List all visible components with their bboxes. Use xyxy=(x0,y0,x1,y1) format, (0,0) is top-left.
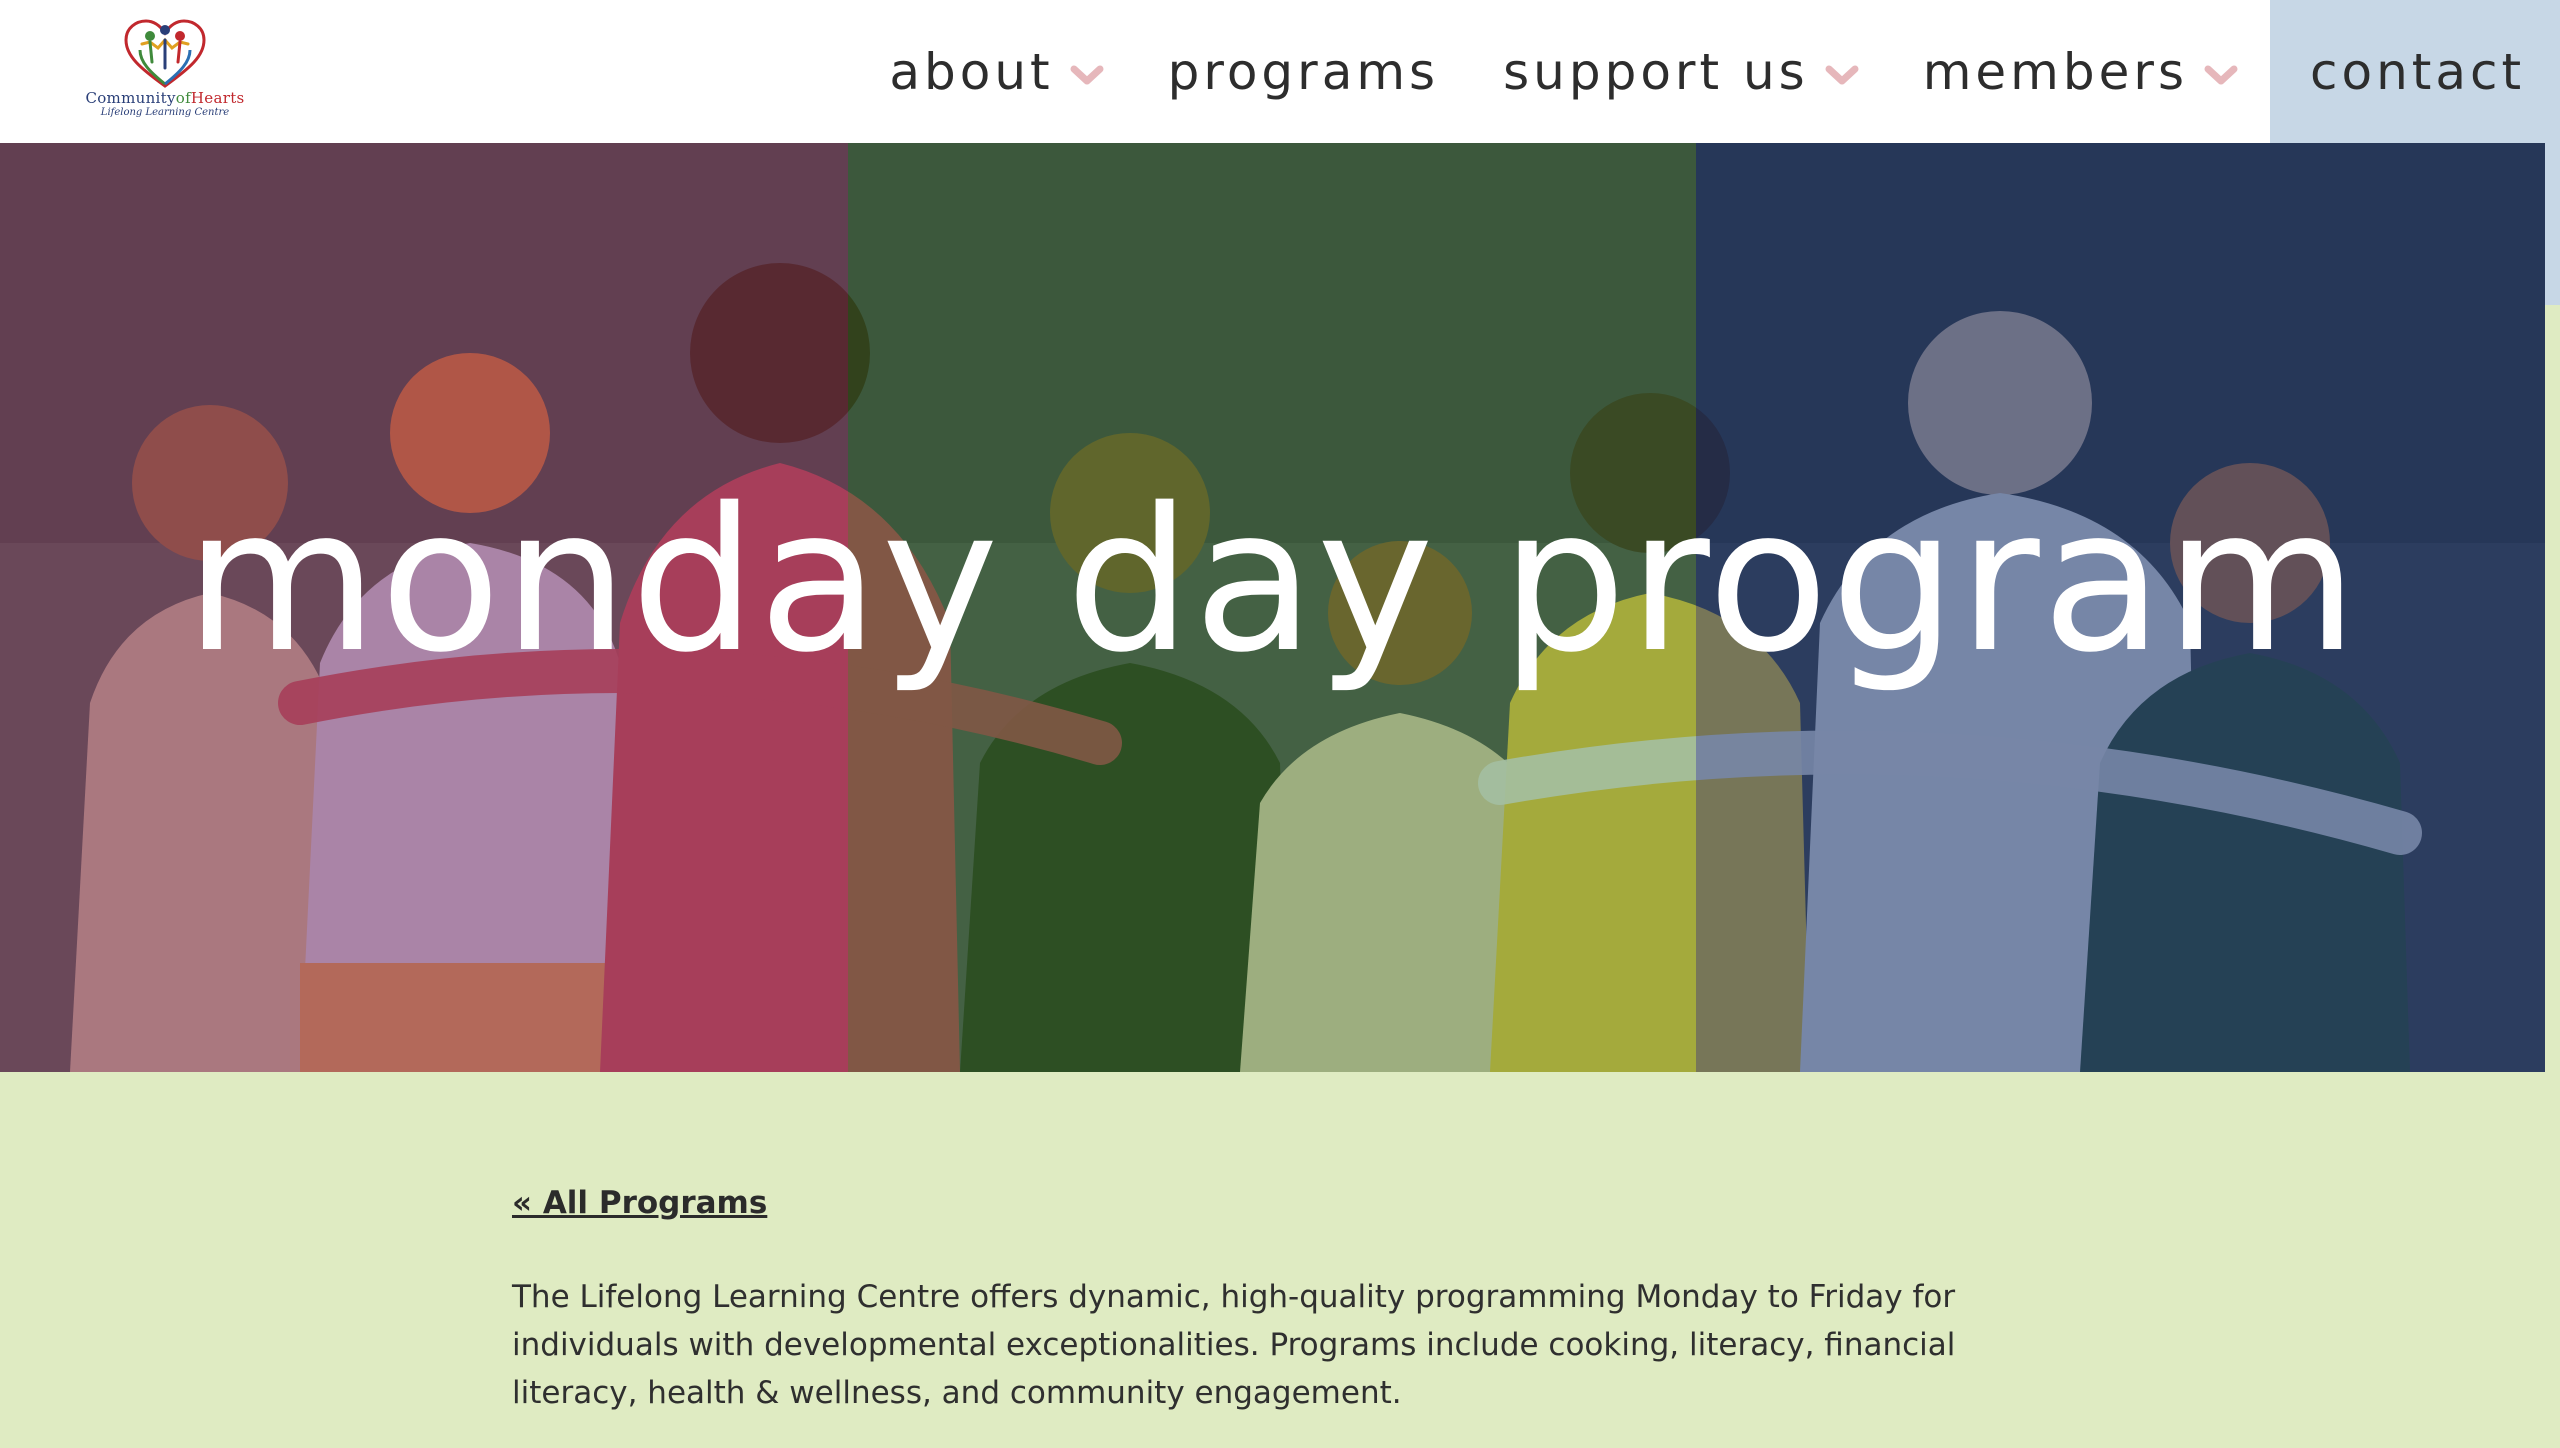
chevron-down-icon xyxy=(2204,65,2238,84)
all-programs-link[interactable]: « All Programs xyxy=(512,1185,767,1221)
site-header: CommunityofHearts Lifelong Learning Cent… xyxy=(0,0,2560,143)
right-edge-strip xyxy=(2545,143,2560,305)
program-content: « All Programs The Lifelong Learning Cen… xyxy=(512,1185,2072,1448)
site-logo[interactable]: CommunityofHearts Lifelong Learning Cent… xyxy=(72,18,258,124)
nav-item-programs[interactable]: programs xyxy=(1136,0,1471,143)
nav-item-members[interactable]: members xyxy=(1891,0,2270,143)
logo-wordmark: CommunityofHearts xyxy=(72,90,258,107)
nav-item-support-us[interactable]: support us xyxy=(1471,0,1891,143)
hero-banner: monday day program xyxy=(0,143,2545,1072)
nav-item-contact[interactable]: contact xyxy=(2270,0,2560,143)
logo-word-community: Community xyxy=(85,89,176,107)
page-title: monday day program xyxy=(185,465,2360,696)
chevron-down-icon xyxy=(1070,65,1104,84)
logo-word-hearts: Hearts xyxy=(190,89,245,107)
nav-item-support-us-label: support us xyxy=(1503,42,1809,101)
nav-item-about[interactable]: about xyxy=(857,0,1135,143)
nav-item-programs-label: programs xyxy=(1167,42,1440,101)
nav-item-about-label: about xyxy=(889,42,1054,101)
logo-word-of: of xyxy=(175,89,191,107)
main-nav: about programs support us members contac… xyxy=(857,0,2560,143)
logo-tagline: Lifelong Learning Centre xyxy=(100,107,230,118)
program-description: The Lifelong Learning Centre offers dyna… xyxy=(512,1279,1956,1411)
chevron-down-icon xyxy=(1825,65,1859,84)
nav-item-members-label: members xyxy=(1922,42,2188,101)
logo-hearts-icon xyxy=(124,19,206,88)
nav-item-contact-label: contact xyxy=(2310,42,2526,101)
